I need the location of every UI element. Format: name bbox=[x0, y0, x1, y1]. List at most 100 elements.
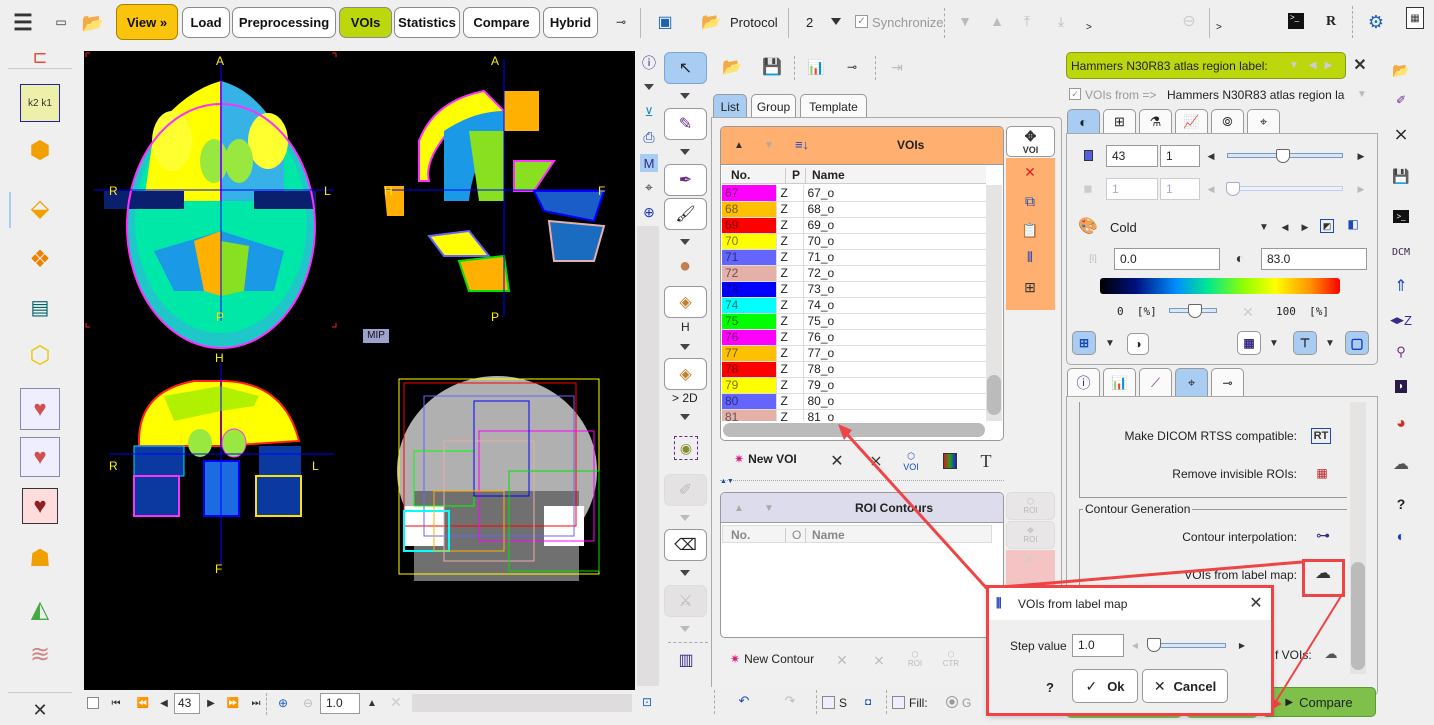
voi-row[interactable]: 71 Z 71_o bbox=[722, 249, 986, 266]
minimize-icon[interactable]: ▭ bbox=[54, 12, 68, 32]
outline-button[interactable]: ▢ bbox=[1345, 331, 1369, 355]
close-icon[interactable]: ✕ bbox=[30, 700, 50, 720]
voi-name[interactable]: 80_o bbox=[802, 393, 986, 410]
menu-icon[interactable]: ☰ bbox=[12, 10, 34, 35]
module-input-icon[interactable]: ⊏ bbox=[22, 46, 58, 68]
voi-name[interactable]: 71_o bbox=[802, 249, 986, 266]
voi-row[interactable]: 70 Z 70_o bbox=[722, 233, 986, 250]
terminal-icon[interactable]: >_ bbox=[1388, 204, 1414, 228]
text-icon[interactable]: T bbox=[978, 451, 994, 471]
layout-checkbox[interactable] bbox=[87, 697, 99, 709]
voi-vertical-thumb[interactable] bbox=[987, 375, 1001, 415]
open-image-icon[interactable]: 📂 bbox=[1388, 58, 1414, 82]
auto-range-icon[interactable]: ◐ bbox=[1232, 248, 1248, 268]
paste-voi-icon[interactable]: 📋 bbox=[1020, 221, 1040, 239]
tab-chart[interactable]: 📈 bbox=[1175, 109, 1208, 134]
copy-voi-icon[interactable]: ⧉ bbox=[1020, 192, 1040, 210]
slice-input[interactable]: 43 bbox=[174, 693, 200, 714]
delete-icon[interactable]: ✕ bbox=[828, 452, 846, 470]
upload-icon[interactable]: ⇑ bbox=[1388, 274, 1414, 298]
voi-name[interactable]: 76_o bbox=[802, 329, 986, 346]
r-console-icon[interactable]: R bbox=[1326, 14, 1336, 30]
splitter[interactable]: ▲▼ bbox=[720, 478, 1004, 486]
tab-vois[interactable]: VOIs bbox=[339, 7, 392, 38]
roi-move-button[interactable]: ✥ ROI bbox=[1006, 521, 1055, 549]
synchronize-checkbox[interactable]: ✓ bbox=[855, 15, 868, 28]
text-overlay-button[interactable]: ⊤ bbox=[1293, 331, 1317, 355]
next-slice-icon[interactable]: ▶ bbox=[205, 696, 217, 710]
print-icon[interactable]: ⎙ bbox=[640, 128, 658, 146]
rock-stats-icon[interactable]: ◭ bbox=[20, 590, 60, 628]
settings-person-icon[interactable]: ⚙ bbox=[1362, 8, 1390, 36]
mirror-voi-icon[interactable]: ⫴ bbox=[1020, 248, 1040, 266]
voi-row[interactable]: 75 Z 75_o bbox=[722, 313, 986, 330]
roi-move-down-icon[interactable]: ▼ bbox=[763, 502, 775, 514]
tab-statistics[interactable]: Statistics bbox=[394, 7, 460, 38]
view-button[interactable]: View » bbox=[116, 4, 178, 40]
eraser-dropdown-icon[interactable] bbox=[680, 570, 690, 576]
twod-dropdown-icon[interactable] bbox=[680, 414, 690, 420]
voi-p-flag[interactable]: Z bbox=[775, 329, 803, 346]
cross-tools-icon[interactable]: ⨯ bbox=[1388, 122, 1414, 146]
save-voi-icon[interactable]: 💾 bbox=[762, 58, 782, 76]
tab-preprocessing[interactable]: Preprocessing bbox=[232, 7, 336, 38]
tab-list[interactable]: List bbox=[713, 94, 747, 118]
voi-row[interactable]: 69 Z 69_o bbox=[722, 217, 986, 234]
voi-p-flag[interactable]: Z bbox=[775, 345, 803, 362]
frame-step-input[interactable]: 1 bbox=[1160, 178, 1200, 200]
voi-row[interactable]: 81 Z 81_o bbox=[722, 409, 986, 421]
m-icon[interactable]: M bbox=[640, 154, 658, 172]
capture-icon[interactable]: ⊡ bbox=[639, 694, 655, 710]
roi-column-o[interactable]: O bbox=[785, 528, 801, 542]
tab-template[interactable]: Template bbox=[800, 94, 867, 118]
slice-prev-icon[interactable]: ◀ bbox=[1206, 150, 1216, 162]
voi-p-flag[interactable]: Z bbox=[775, 265, 803, 282]
slice-next-icon[interactable]: ▶ bbox=[1356, 150, 1366, 162]
pointer-dropdown-icon[interactable] bbox=[680, 93, 690, 99]
tab-voi-tools[interactable]: ⌖ bbox=[1175, 368, 1208, 396]
voi-name[interactable]: 79_o bbox=[802, 377, 986, 394]
voi-name[interactable]: 69_o bbox=[802, 217, 986, 234]
more-icon-2[interactable]: > bbox=[1216, 22, 1222, 33]
layout-dropdown-icon[interactable] bbox=[831, 18, 841, 25]
voi-row[interactable]: 67 Z 67_o bbox=[722, 185, 986, 202]
voi-name[interactable]: 73_o bbox=[802, 281, 986, 298]
voi-row[interactable]: 80 Z 80_o bbox=[722, 393, 986, 410]
palette-icon[interactable]: 🎨 bbox=[1076, 216, 1100, 236]
triangle-up-icon[interactable]: ▲ bbox=[988, 12, 1006, 30]
atlas-close-icon[interactable]: ✕ bbox=[1352, 57, 1368, 74]
merge-module-icon[interactable]: ❖ bbox=[20, 240, 60, 278]
tool-column-scroll[interactable] bbox=[637, 226, 659, 686]
colormap-next-icon[interactable]: ▶ bbox=[1300, 221, 1310, 233]
voi-p-flag[interactable]: Z bbox=[775, 409, 803, 421]
contour-ctr-icon[interactable]: ⬡ CTR bbox=[942, 648, 960, 670]
grid-button[interactable]: ▦ bbox=[1237, 331, 1261, 355]
kinetic-model-icon[interactable]: k2 k1 bbox=[20, 84, 60, 122]
z-flip-icon[interactable]: ◀▶ Z bbox=[1388, 308, 1414, 332]
move-top-icon[interactable]: ⤒ bbox=[1018, 12, 1036, 30]
colormap-prev-icon[interactable]: ◀ bbox=[1280, 221, 1290, 233]
brush-small-icon[interactable]: ✐ bbox=[1388, 88, 1414, 112]
console-icon[interactable]: >_ bbox=[1288, 13, 1304, 29]
tab-display[interactable]: ◐ bbox=[1067, 109, 1100, 134]
voi-export-icon[interactable]: ⇥ bbox=[887, 58, 907, 76]
compartment-model-icon[interactable]: ⬢ bbox=[20, 130, 60, 170]
tab-sync[interactable]: ⦾ bbox=[1211, 109, 1244, 134]
colorbar[interactable] bbox=[1100, 278, 1340, 294]
slice-step-input[interactable]: 1 bbox=[1160, 145, 1200, 167]
frame-prev-icon[interactable]: ◀ bbox=[1206, 183, 1216, 195]
new-contour-button[interactable]: ✷ New Contour bbox=[730, 652, 814, 666]
first-slice-icon[interactable]: ⏮ bbox=[110, 696, 122, 710]
move-voi-button[interactable]: ✥ VOI bbox=[1006, 126, 1055, 157]
eraser-tool-button[interactable]: ⌫ bbox=[664, 529, 707, 561]
gamma-slider[interactable] bbox=[1169, 304, 1217, 318]
stop-icon[interactable]: ⊖ bbox=[1180, 12, 1198, 30]
pointer-tool-button[interactable]: ↖ bbox=[664, 52, 707, 84]
roi-column-no[interactable]: No. bbox=[731, 528, 750, 542]
frame-slider[interactable] bbox=[1226, 182, 1343, 196]
zoom-input[interactable]: 1.0 bbox=[320, 693, 360, 714]
pet-cardiac-icon[interactable]: ♥ bbox=[20, 388, 60, 430]
reset-zoom-icon[interactable]: ✕ bbox=[388, 694, 404, 710]
voi-p-flag[interactable]: Z bbox=[775, 249, 803, 266]
prev-slice-icon[interactable]: ◀ bbox=[158, 696, 170, 710]
